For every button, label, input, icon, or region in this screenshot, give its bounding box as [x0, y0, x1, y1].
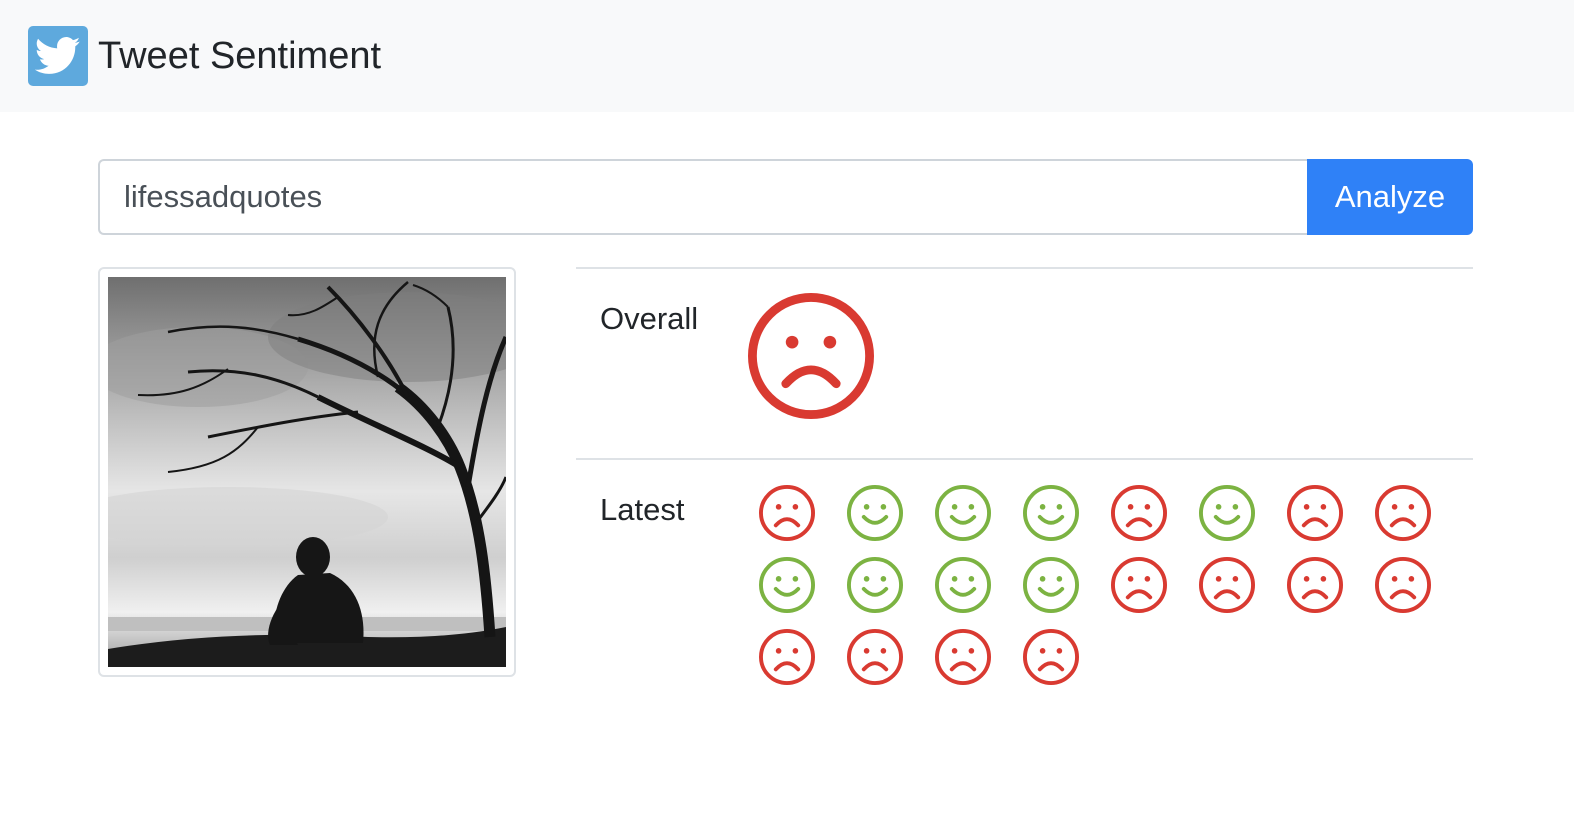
analyze-button[interactable]: Analyze [1307, 159, 1473, 235]
negative-face-icon [1111, 485, 1167, 541]
positive-face-icon [759, 557, 815, 613]
app-title[interactable]: Tweet Sentiment [98, 34, 381, 78]
positive-face-icon [935, 557, 991, 613]
overall-sentiment-icon [748, 293, 874, 419]
negative-face-icon [1287, 485, 1343, 541]
negative-face-icon [935, 629, 991, 685]
search-group: Analyze [98, 159, 1473, 235]
negative-face-icon [759, 485, 815, 541]
divider [576, 458, 1473, 460]
positive-face-icon [847, 485, 903, 541]
profile-image-card [98, 267, 516, 677]
positive-face-icon [847, 557, 903, 613]
negative-face-icon [1287, 557, 1343, 613]
navbar: Tweet Sentiment [0, 0, 1574, 112]
negative-face-icon [1111, 557, 1167, 613]
profile-photo [108, 277, 506, 667]
divider [576, 267, 1473, 269]
negative-face-icon [759, 629, 815, 685]
twitter-bird-icon[interactable] [28, 26, 88, 86]
positive-face-icon [935, 485, 991, 541]
latest-label: Latest [600, 492, 685, 527]
positive-face-icon [1023, 557, 1079, 613]
overall-label: Overall [600, 301, 699, 336]
positive-face-icon [1023, 485, 1079, 541]
negative-face-icon [1023, 629, 1079, 685]
negative-face-icon [1375, 485, 1431, 541]
negative-face-icon [847, 629, 903, 685]
negative-face-icon [1199, 557, 1255, 613]
positive-face-icon [1199, 485, 1255, 541]
negative-face-icon [1375, 557, 1431, 613]
handle-input[interactable] [98, 159, 1307, 235]
